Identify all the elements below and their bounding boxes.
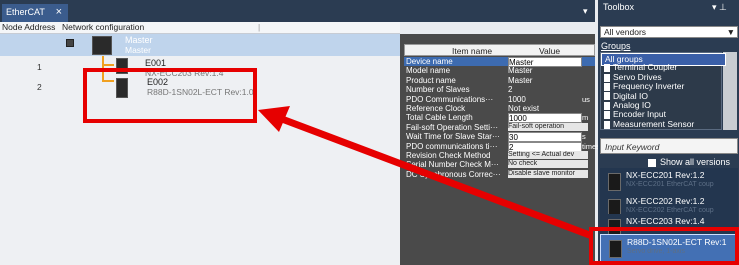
annotation-arrow [258, 106, 594, 240]
annotation-arrow-shaft [272, 112, 594, 240]
